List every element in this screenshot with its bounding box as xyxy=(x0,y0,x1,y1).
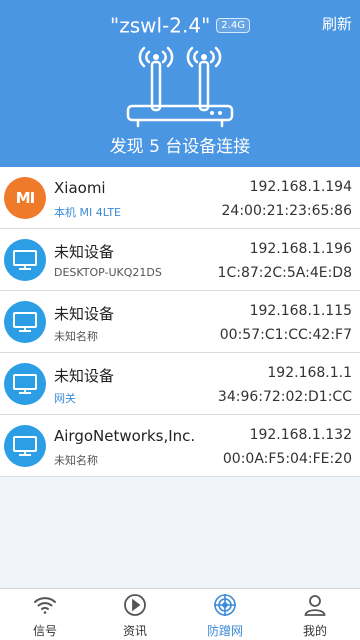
device-ip: 192.168.1.194 xyxy=(249,179,352,195)
wifi-signal-icon xyxy=(34,597,56,614)
device-subtitle: 未知名称 xyxy=(54,454,98,467)
radar-icon xyxy=(214,594,236,616)
computer-icon xyxy=(4,301,46,343)
device-mac: 00:57:C1:CC:42:F7 xyxy=(219,327,352,343)
tab-label: 防蹭网 xyxy=(206,624,243,638)
tab-label: 我的 xyxy=(302,624,327,638)
tab-me[interactable]: 我的 xyxy=(270,589,360,640)
device-name: AirgoNetworks,Inc. xyxy=(54,427,196,445)
device-mac: 1C:87:2C:5A:4E:D8 xyxy=(217,265,352,281)
device-subtitle: 网关 xyxy=(54,392,76,405)
device-name: Xiaomi xyxy=(54,179,106,197)
device-mac: 34:96:72:02:D1:CC xyxy=(217,389,352,405)
device-subtitle: DESKTOP-UKQ21DS xyxy=(54,266,162,279)
refresh-button[interactable]: 刷新 xyxy=(322,13,352,34)
device-row[interactable]: 未知设备 DESKTOP-UKQ21DS 192.168.1.196 1C:87… xyxy=(0,229,360,291)
device-mac: 24:00:21:23:65:86 xyxy=(221,203,352,219)
user-icon xyxy=(304,595,326,616)
device-subtitle: 本机 MI 4LTE xyxy=(54,206,122,219)
tab-anti-leech[interactable]: 防蹭网 xyxy=(180,589,270,640)
xiaomi-logo-icon: MI xyxy=(4,177,46,219)
device-row[interactable]: AirgoNetworks,Inc. 未知名称 192.168.1.132 00… xyxy=(0,415,360,477)
device-name: 未知设备 xyxy=(54,305,115,323)
tab-label: 信号 xyxy=(32,624,57,638)
ssid-title: "zswl-2.4" 2.4G xyxy=(0,12,360,38)
device-ip: 192.168.1.196 xyxy=(249,241,352,257)
computer-icon xyxy=(4,425,46,467)
device-subtitle: 未知名称 xyxy=(54,330,98,343)
device-mac: 00:0A:F5:04:FE:20 xyxy=(222,451,352,467)
device-ip: 192.168.1.115 xyxy=(249,303,352,319)
header: "zswl-2.4" 2.4G 刷新 发现 5 台设备连接 xyxy=(0,0,360,167)
computer-icon xyxy=(4,239,46,281)
band-badge: 2.4G xyxy=(216,18,250,33)
device-list: MI Xiaomi 本机 MI 4LTE 192.168.1.194 24:00… xyxy=(0,167,360,477)
play-circle-icon xyxy=(124,594,146,616)
device-name: 未知设备 xyxy=(54,367,115,385)
tab-news[interactable]: 资讯 xyxy=(90,589,180,640)
router-icon xyxy=(126,46,234,128)
device-row[interactable]: 未知设备 未知名称 192.168.1.115 00:57:C1:CC:42:F… xyxy=(0,291,360,353)
tab-label: 资讯 xyxy=(122,624,147,638)
device-ip: 192.168.1.1 xyxy=(267,365,352,381)
device-name: 未知设备 xyxy=(54,243,115,261)
device-ip: 192.168.1.132 xyxy=(249,427,352,443)
bottom-tab-bar: 信号 资讯 防蹭网 我的 xyxy=(0,588,360,640)
computer-icon xyxy=(4,363,46,405)
xiaomi-logo-text: MI xyxy=(15,189,35,207)
ssid-name: "zswl-2.4" xyxy=(110,13,211,38)
device-row-xiaomi[interactable]: MI Xiaomi 本机 MI 4LTE 192.168.1.194 24:00… xyxy=(0,167,360,229)
device-count-text: 发现 5 台设备连接 xyxy=(109,137,251,157)
device-row-gateway[interactable]: 未知设备 网关 192.168.1.1 34:96:72:02:D1:CC xyxy=(0,353,360,415)
tab-signal[interactable]: 信号 xyxy=(0,589,90,640)
